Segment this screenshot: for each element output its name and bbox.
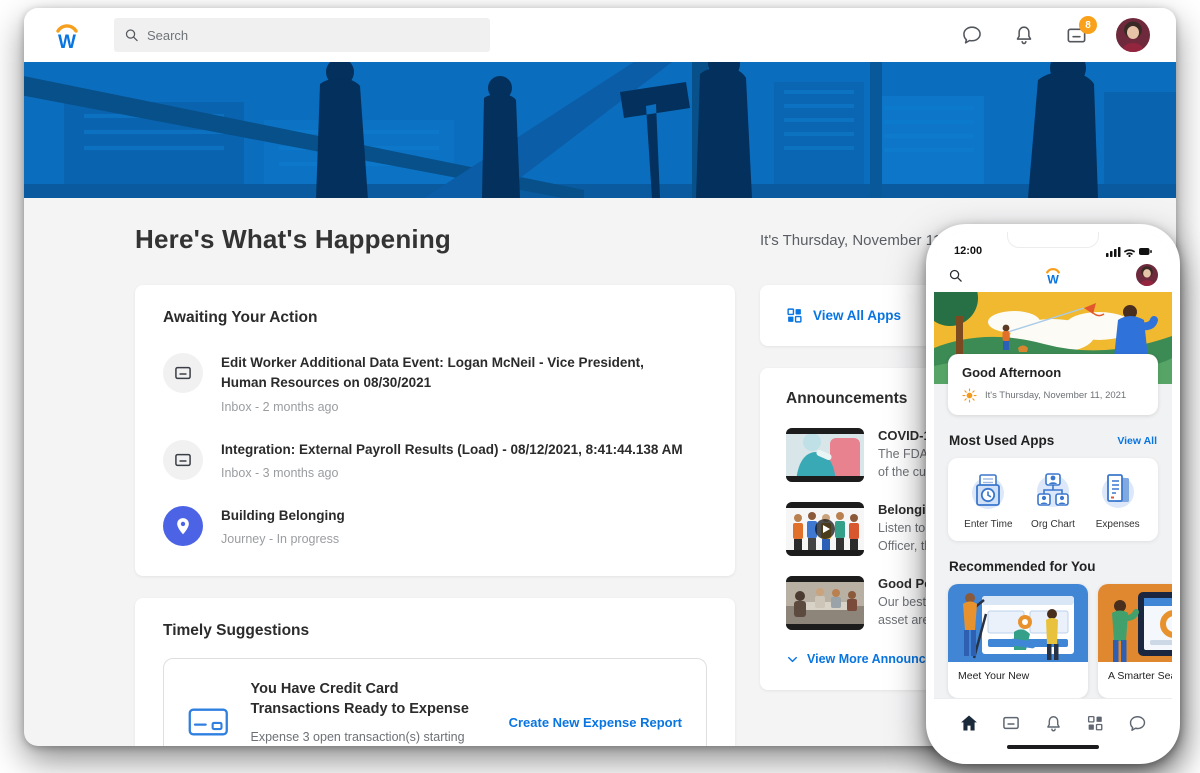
top-bar: W bbox=[24, 8, 1176, 62]
org-chart-icon bbox=[1033, 471, 1073, 511]
phone-notch bbox=[1007, 232, 1099, 248]
awaiting-item-meta: Inbox - 2 months ago bbox=[221, 400, 691, 414]
status-icons bbox=[1106, 245, 1152, 257]
app-tile-label: Enter Time bbox=[964, 519, 1012, 530]
workday-logo[interactable]: W bbox=[1042, 264, 1064, 286]
sun-icon bbox=[962, 388, 977, 403]
credit-card-icon bbox=[188, 704, 229, 740]
greeting-title: Good Afternoon bbox=[962, 365, 1144, 380]
inbox-badge: 8 bbox=[1079, 16, 1097, 34]
home-indicator bbox=[1007, 745, 1099, 749]
timely-title: Timely Suggestions bbox=[163, 622, 707, 640]
nav-chat-button[interactable] bbox=[1125, 711, 1149, 735]
inbox-tray-icon bbox=[163, 440, 203, 480]
user-avatar[interactable] bbox=[1116, 18, 1150, 52]
nav-notifications-button[interactable] bbox=[1041, 711, 1065, 735]
meeting-photo-thumbnail bbox=[786, 576, 864, 630]
search-dashboard-illustration bbox=[1098, 584, 1172, 662]
notifications-button[interactable] bbox=[1012, 23, 1036, 47]
credit-card-suggestion: You Have Credit Card Transactions Ready … bbox=[163, 658, 707, 746]
phone-mockup: 12:00 W bbox=[926, 224, 1180, 764]
svg-text:W: W bbox=[58, 32, 76, 52]
recommended-title: Recommended for You bbox=[949, 559, 1096, 574]
awaiting-your-action-card: Awaiting Your Action Edit Worker Additio… bbox=[135, 285, 735, 576]
recommended-card-search[interactable]: A Smarter Sea bbox=[1098, 584, 1172, 698]
awaiting-item-title: Integration: External Payroll Results (L… bbox=[221, 440, 683, 460]
awaiting-item-integration[interactable]: Integration: External Payroll Results (L… bbox=[163, 440, 707, 480]
suggestion-description: Expense 3 open transaction(s) starting f… bbox=[251, 728, 487, 746]
phone-screen: 12:00 W bbox=[934, 232, 1172, 756]
most-used-apps-title: Most Used Apps bbox=[949, 433, 1054, 448]
workday-logo[interactable]: W bbox=[50, 18, 84, 52]
cityscape-banner-image bbox=[24, 62, 1176, 198]
suggestion-title: You Have Credit Card Transactions Ready … bbox=[251, 679, 487, 720]
journey-pin-icon bbox=[163, 506, 203, 546]
awaiting-item-meta: Inbox - 3 months ago bbox=[221, 466, 683, 480]
view-all-link[interactable]: View All bbox=[1117, 435, 1157, 447]
greeting-date: It's Thursday, November 11, 2021 bbox=[985, 390, 1126, 401]
avatar-photo bbox=[1116, 18, 1150, 52]
chat-icon bbox=[961, 24, 983, 46]
play-icon bbox=[815, 519, 835, 539]
inbox-button[interactable]: 8 bbox=[1064, 23, 1088, 47]
create-expense-report-link[interactable]: Create New Expense Report bbox=[509, 715, 682, 730]
homepage-illustration bbox=[948, 584, 1088, 662]
awaiting-item-title: Edit Worker Additional Data Event: Logan… bbox=[221, 353, 691, 394]
nav-home-button[interactable] bbox=[957, 711, 981, 735]
bell-icon bbox=[1013, 24, 1035, 46]
nav-inbox-button[interactable] bbox=[999, 711, 1023, 735]
most-used-apps-card: Enter Time Org Chart bbox=[948, 458, 1158, 541]
search-input[interactable] bbox=[147, 28, 480, 43]
awaiting-item-edit-worker[interactable]: Edit Worker Additional Data Event: Logan… bbox=[163, 353, 707, 414]
status-time: 12:00 bbox=[954, 245, 982, 257]
awaiting-item-building-belonging[interactable]: Building Belonging Journey - In progress bbox=[163, 506, 707, 546]
vaccine-photo-thumbnail bbox=[786, 428, 864, 482]
expenses-icon bbox=[1098, 471, 1138, 511]
workday-logo-icon: W bbox=[50, 18, 84, 52]
search-icon[interactable] bbox=[948, 268, 963, 283]
recommended-card-label: Meet Your New bbox=[948, 662, 1088, 698]
belonging-video-thumbnail bbox=[786, 502, 864, 556]
awaiting-item-meta: Journey - In progress bbox=[221, 532, 345, 546]
recommended-cards: Meet Your New bbox=[948, 584, 1172, 698]
inbox-tray-icon bbox=[163, 353, 203, 393]
app-tile-label: Org Chart bbox=[1031, 519, 1075, 530]
bell-icon bbox=[1044, 714, 1063, 733]
awaiting-title: Awaiting Your Action bbox=[163, 309, 707, 327]
svg-text:W: W bbox=[1047, 272, 1059, 286]
recommended-card-label: A Smarter Sea bbox=[1098, 662, 1172, 698]
home-icon bbox=[959, 713, 979, 733]
phone-app-bar: W bbox=[934, 258, 1172, 292]
inbox-tray-icon bbox=[1001, 713, 1021, 733]
nav-apps-button[interactable] bbox=[1083, 711, 1107, 735]
search-bar[interactable] bbox=[114, 18, 490, 52]
left-column: Awaiting Your Action Edit Worker Additio… bbox=[135, 285, 735, 746]
app-tile-org-chart[interactable]: Org Chart bbox=[1021, 471, 1086, 530]
app-tile-label: Expenses bbox=[1096, 519, 1140, 530]
topbar-actions: 8 bbox=[960, 18, 1150, 52]
recommended-card-homepage[interactable]: Meet Your New bbox=[948, 584, 1088, 698]
view-all-apps-label: View All Apps bbox=[813, 308, 901, 323]
current-date-text: It's Thursday, November 11 bbox=[760, 232, 941, 249]
app-tile-enter-time[interactable]: Enter Time bbox=[956, 471, 1021, 530]
app-tile-expenses[interactable]: Expenses bbox=[1085, 471, 1150, 530]
apps-grid-icon bbox=[1086, 714, 1104, 732]
chat-icon bbox=[1128, 714, 1147, 733]
page-title: Here's What's Happening bbox=[135, 224, 760, 255]
apps-grid-icon bbox=[786, 307, 803, 324]
greeting-card: Good Afternoon It's Thursday, November 1… bbox=[948, 354, 1158, 415]
enter-time-icon bbox=[968, 471, 1008, 511]
hero-banner bbox=[24, 62, 1176, 198]
awaiting-item-title: Building Belonging bbox=[221, 506, 345, 526]
chat-button[interactable] bbox=[960, 23, 984, 47]
user-avatar[interactable] bbox=[1136, 264, 1158, 286]
timely-suggestions-card: Timely Suggestions You Have Credit Card … bbox=[135, 598, 735, 746]
search-icon bbox=[124, 27, 139, 43]
chevron-down-icon bbox=[786, 653, 799, 666]
